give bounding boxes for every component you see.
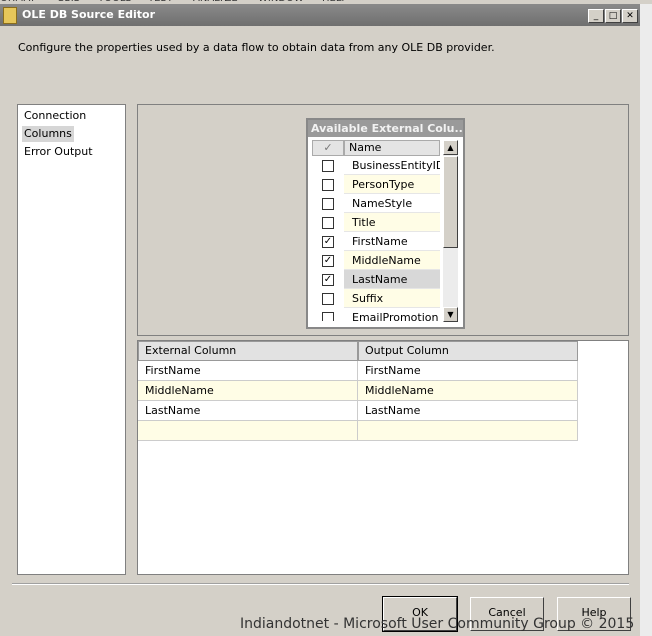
output-column-cell[interactable]: FirstName bbox=[358, 361, 578, 381]
mapping-row[interactable]: MiddleName MiddleName bbox=[138, 381, 578, 401]
column-checkbox[interactable]: ✓ bbox=[322, 236, 334, 248]
column-checkbox[interactable] bbox=[322, 293, 334, 305]
available-column-row[interactable]: ✓ LastName bbox=[312, 270, 440, 289]
output-column-cell[interactable] bbox=[358, 421, 578, 441]
nav-item-connection-manager[interactable]: Connection Manager bbox=[22, 108, 125, 138]
scroll-down-button[interactable]: ▼ bbox=[443, 307, 458, 322]
available-column-row[interactable]: NameStyle bbox=[312, 194, 440, 213]
column-mapping-grid: External Column Output Column FirstName F… bbox=[137, 340, 629, 575]
column-name: Title bbox=[344, 213, 440, 232]
window-app-icon bbox=[3, 7, 17, 24]
output-column-cell[interactable]: MiddleName bbox=[358, 381, 578, 401]
external-column-header[interactable]: External Column bbox=[138, 341, 358, 361]
available-column-row[interactable]: ✓ FirstName bbox=[312, 232, 440, 251]
column-name: NameStyle bbox=[344, 194, 440, 213]
column-name: EmailPromotion bbox=[344, 308, 440, 321]
external-column-cell[interactable]: MiddleName bbox=[138, 381, 358, 401]
column-name: BusinessEntityID bbox=[344, 156, 440, 175]
scroll-thumb[interactable] bbox=[443, 156, 458, 248]
available-columns-title: Available External Colu... bbox=[308, 120, 463, 137]
maximize-button[interactable]: □ bbox=[605, 9, 621, 23]
dialog-description: Configure the properties used by a data … bbox=[18, 41, 495, 54]
available-columns-header: ✓ Name bbox=[312, 140, 440, 156]
nav-item-error-output[interactable]: Error Output bbox=[22, 144, 95, 160]
name-column-header: Name bbox=[344, 140, 440, 156]
available-column-row[interactable]: Suffix bbox=[312, 289, 440, 308]
column-checkbox[interactable] bbox=[322, 198, 334, 210]
external-column-cell[interactable]: FirstName bbox=[138, 361, 358, 381]
column-name: PersonType bbox=[344, 175, 440, 194]
column-name: Suffix bbox=[344, 289, 440, 308]
mapping-row[interactable]: LastName LastName bbox=[138, 401, 578, 421]
column-name: MiddleName bbox=[344, 251, 440, 270]
column-checkbox[interactable] bbox=[322, 160, 334, 172]
column-checkbox[interactable]: ✓ bbox=[322, 255, 334, 267]
mapping-row[interactable] bbox=[138, 421, 578, 441]
title-bar: OLE DB Source Editor _ □ ✕ bbox=[0, 4, 640, 26]
column-name: LastName bbox=[344, 270, 440, 289]
available-column-row[interactable]: EmailPromotion bbox=[312, 308, 440, 321]
available-columns-scrollbar[interactable]: ▲ ▼ bbox=[443, 140, 458, 322]
available-external-columns-box: Available External Colu... ✓ Name Busine… bbox=[306, 118, 465, 329]
button-separator bbox=[12, 583, 629, 585]
output-column-cell[interactable]: LastName bbox=[358, 401, 578, 421]
watermark-text: Indiandotnet - Microsoft User Community … bbox=[240, 616, 635, 632]
available-column-row[interactable]: ✓ MiddleName bbox=[312, 251, 440, 270]
available-column-row[interactable]: PersonType bbox=[312, 175, 440, 194]
column-checkbox[interactable] bbox=[322, 179, 334, 191]
select-all-checkbox[interactable]: ✓ bbox=[312, 140, 344, 156]
column-checkbox[interactable] bbox=[322, 217, 334, 229]
close-button[interactable]: ✕ bbox=[622, 9, 638, 23]
page-nav-list: Connection Manager Columns Error Output bbox=[17, 104, 126, 575]
available-column-row[interactable]: BusinessEntityID bbox=[312, 156, 440, 175]
available-column-row[interactable]: Title bbox=[312, 213, 440, 232]
minimize-button[interactable]: _ bbox=[588, 9, 604, 23]
external-column-cell[interactable] bbox=[138, 421, 358, 441]
background-edge bbox=[640, 4, 652, 636]
available-columns-list: BusinessEntityID PersonType NameStyle Title… bbox=[312, 156, 440, 321]
window-title: OLE DB Source Editor bbox=[22, 8, 155, 21]
nav-item-columns[interactable]: Columns bbox=[22, 126, 74, 142]
output-column-header[interactable]: Output Column bbox=[358, 341, 578, 361]
external-column-cell[interactable]: LastName bbox=[138, 401, 358, 421]
scroll-up-button[interactable]: ▲ bbox=[443, 140, 458, 155]
column-name: FirstName bbox=[344, 232, 440, 251]
column-checkbox[interactable] bbox=[322, 312, 334, 321]
column-checkbox[interactable]: ✓ bbox=[322, 274, 334, 286]
mapping-row[interactable]: FirstName FirstName bbox=[138, 361, 578, 381]
